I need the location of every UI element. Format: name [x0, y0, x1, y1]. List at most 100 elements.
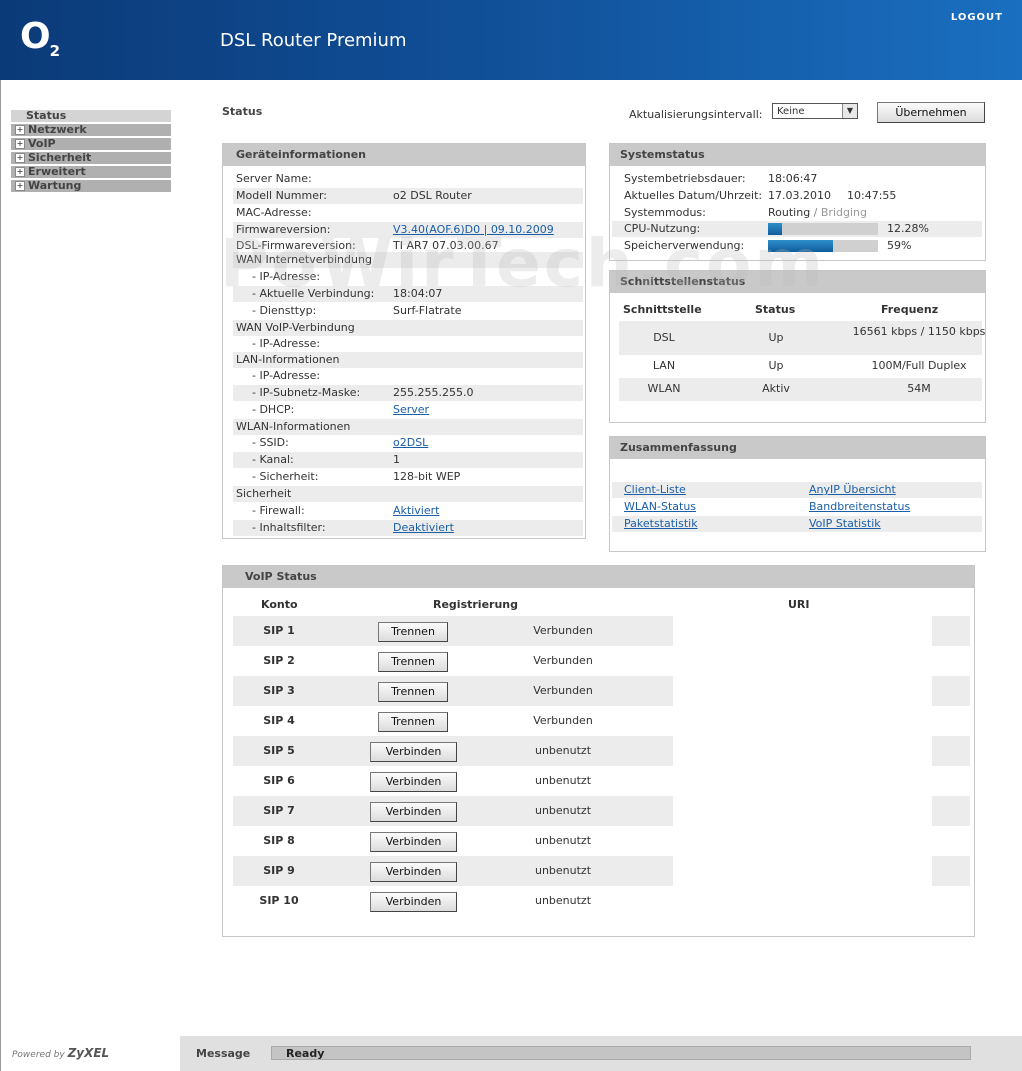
sidebar-item-erweitert[interactable]: + Erweitert: [11, 166, 171, 178]
logout-link[interactable]: LOGOUT: [951, 12, 1003, 23]
device-info-value: 18:04:07: [393, 287, 443, 300]
disconnect-button[interactable]: Trennen: [378, 622, 448, 642]
sidebar-item-sicherheit[interactable]: + Sicherheit: [11, 152, 171, 164]
device-info-row: - Kanal: 1: [233, 452, 583, 468]
device-info-link[interactable]: Server: [393, 402, 429, 418]
system-mode-row: Systemmodus: Routing / Bridging: [624, 206, 867, 219]
connect-button[interactable]: Verbinden: [370, 862, 457, 882]
device-info-value: 1: [393, 453, 400, 466]
expand-plus-icon[interactable]: +: [15, 167, 25, 177]
summary-row: WLAN-Status Bandbreitenstatus: [612, 499, 982, 515]
chevron-down-icon[interactable]: ▼: [842, 104, 857, 118]
voip-account-name: SIP 8: [263, 834, 295, 847]
connect-button[interactable]: Verbinden: [370, 742, 457, 762]
expand-plus-icon[interactable]: +: [15, 181, 25, 191]
device-info-key: - SSID:: [252, 436, 289, 449]
disconnect-button[interactable]: Trennen: [378, 682, 448, 702]
device-info-row: - Firewall: Aktiviert: [233, 503, 583, 519]
voip-registration-status: Verbunden: [533, 714, 593, 727]
voip-uri-cell: [932, 826, 970, 856]
summary-link[interactable]: Client-Liste: [624, 482, 686, 498]
voip-account-name: SIP 7: [263, 804, 295, 817]
sidebar-item-wartung[interactable]: + Wartung: [11, 180, 171, 192]
voip-account-row: SIP 5 Verbinden unbenutzt: [233, 736, 673, 766]
device-info-row: Sicherheit: [233, 486, 583, 502]
interface-name: DSL: [653, 331, 675, 344]
frequency-header: Frequenz: [881, 303, 939, 316]
voip-account-row: SIP 10 Verbinden unbenutzt: [233, 886, 673, 916]
voip-registration-status: Verbunden: [533, 684, 593, 697]
memory-progress-bar: [768, 240, 878, 252]
device-info-row: MAC-Adresse:: [233, 205, 583, 221]
voip-uri-cell: [932, 676, 970, 706]
header-bar: O2 DSL Router Premium LOGOUT: [0, 0, 1022, 80]
message-label: Message: [196, 1047, 251, 1060]
voip-uri-cell: [932, 766, 970, 796]
apply-button[interactable]: Übernehmen: [877, 102, 985, 123]
sidebar-item-label: Netzwerk: [28, 123, 87, 136]
voip-account-row: SIP 6 Verbinden unbenutzt: [233, 766, 673, 796]
voip-uri-cell: [932, 886, 970, 916]
device-info-value: 128-bit WEP: [393, 470, 461, 483]
disconnect-button[interactable]: Trennen: [378, 712, 448, 732]
device-info-link[interactable]: V3.40(AOF.6)D0 | 09.10.2009: [393, 222, 554, 238]
summary-link[interactable]: WLAN-Status: [624, 499, 696, 515]
interface-row: DSL Up 16561 kbps / 1150 kbps: [619, 321, 985, 355]
connect-button[interactable]: Verbinden: [370, 892, 457, 912]
interface-row: LAN Up 100M/Full Duplex: [619, 355, 982, 378]
device-info-value: o2 DSL Router: [393, 189, 472, 202]
sidebar-item-status[interactable]: Status: [11, 110, 171, 122]
uptime-row: Systembetriebsdauer: 18:06:47: [624, 172, 818, 185]
o2-logo: O2: [20, 16, 60, 60]
summary-link[interactable]: VoIP Statistik: [809, 516, 881, 532]
device-info-link[interactable]: Deaktiviert: [393, 520, 454, 536]
expand-plus-icon[interactable]: +: [15, 139, 25, 149]
summary-row: Paketstatistik VoIP Statistik: [612, 516, 982, 532]
device-info-row: - Aktuelle Verbindung: 18:04:07: [233, 286, 583, 302]
voip-registration-status: unbenutzt: [534, 744, 592, 757]
voip-account-name: SIP 2: [263, 654, 295, 667]
voip-uri-cell: [932, 796, 970, 826]
message-text: Ready: [271, 1046, 971, 1060]
summary-title: Zusammenfassung: [610, 437, 985, 459]
device-info-row: WLAN-Informationen: [233, 419, 583, 435]
summary-link[interactable]: AnyIP Übersicht: [809, 482, 896, 498]
device-info-row: LAN-Informationen: [233, 352, 583, 368]
device-info-row: Server Name:: [233, 171, 583, 187]
summary-link[interactable]: Bandbreitenstatus: [809, 499, 910, 515]
voip-status-panel: VoIP Status Konto Registrierung URI SIP …: [222, 565, 975, 937]
device-info-key: - IP-Adresse:: [252, 369, 321, 382]
page-title: Status: [222, 105, 263, 118]
interface-frequency: 16561 kbps / 1150 kbps: [852, 325, 986, 338]
connect-button[interactable]: Verbinden: [370, 772, 457, 792]
disconnect-button[interactable]: Trennen: [378, 652, 448, 672]
device-info-link[interactable]: o2DSL: [393, 435, 428, 451]
voip-registration-status: Verbunden: [533, 624, 593, 637]
registration-header: Registrierung: [433, 598, 518, 611]
device-info-link[interactable]: Aktiviert: [393, 503, 439, 519]
expand-plus-icon[interactable]: +: [15, 125, 25, 135]
voip-account-name: SIP 3: [263, 684, 295, 697]
device-info-row: - SSID: o2DSL: [233, 435, 583, 451]
voip-account-row: SIP 7 Verbinden unbenutzt: [233, 796, 673, 826]
device-info-key: - IP-Subnetz-Maske:: [252, 386, 361, 399]
uri-header: URI: [788, 598, 810, 611]
refresh-interval-select[interactable]: Keine ▼: [772, 103, 858, 119]
sidebar-item-netzwerk[interactable]: + Netzwerk: [11, 124, 171, 136]
voip-account-row: SIP 9 Verbinden unbenutzt: [233, 856, 673, 886]
voip-uri-cell: [932, 856, 970, 886]
interface-name: LAN: [652, 359, 676, 372]
voip-account-name: SIP 5: [263, 744, 295, 757]
voip-registration-status: unbenutzt: [534, 834, 592, 847]
connect-button[interactable]: Verbinden: [370, 802, 457, 822]
message-bar: Message Ready: [180, 1036, 1022, 1071]
summary-link[interactable]: Paketstatistik: [624, 516, 698, 532]
device-info-key: WAN Internetverbindung: [236, 253, 372, 266]
expand-plus-icon[interactable]: +: [15, 153, 25, 163]
sidebar-item-label: Wartung: [28, 179, 82, 192]
interface-name: WLAN: [647, 382, 681, 395]
device-info-key: WLAN-Informationen: [236, 420, 351, 433]
connect-button[interactable]: Verbinden: [370, 832, 457, 852]
voip-status-title: VoIP Status: [223, 566, 974, 588]
sidebar-item-voip[interactable]: + VoIP: [11, 138, 171, 150]
